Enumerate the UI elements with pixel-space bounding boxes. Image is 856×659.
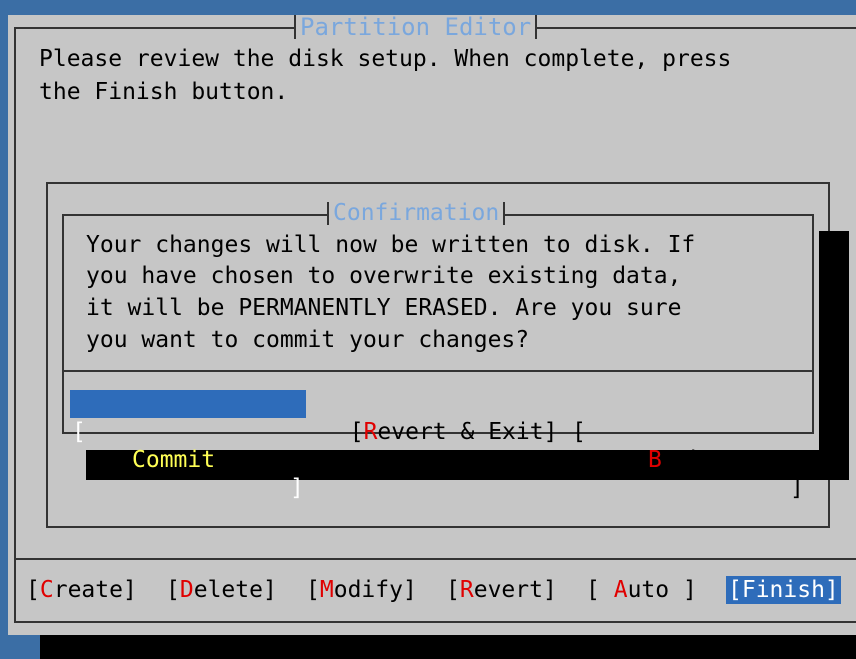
revert-exit-hotkey: R bbox=[363, 419, 378, 445]
commit-label: Commit bbox=[132, 447, 216, 473]
back-close-bracket: ] bbox=[790, 475, 804, 501]
dialog-shadow-right bbox=[819, 231, 849, 480]
back-label-group: Back bbox=[648, 446, 703, 474]
dialog-line-2: you have chosen to overwrite existing da… bbox=[86, 263, 682, 289]
finish-button[interactable]: [Finish] bbox=[726, 576, 841, 604]
create-label: reate bbox=[53, 577, 123, 603]
revert-exit-open-bracket: [ bbox=[349, 419, 364, 445]
dialog-line-3: it will be PERMANENTLY ERASED. Are you s… bbox=[86, 295, 682, 321]
revert-exit-label: evert & Exit bbox=[377, 419, 544, 445]
back-open-bracket: [ bbox=[572, 419, 586, 445]
delete-button[interactable]: [Delete] bbox=[166, 576, 277, 604]
window-title: Partition Editor bbox=[294, 15, 538, 39]
dialog-line-1: Your changes will now be written to disk… bbox=[86, 232, 696, 258]
back-label: ack bbox=[661, 447, 704, 473]
auto-button[interactable]: [ Auto ] bbox=[586, 576, 697, 604]
dialog-line-4: you want to commit your changes? bbox=[86, 327, 530, 353]
revert-exit-close-bracket: ] bbox=[543, 419, 558, 445]
window-shadow bbox=[40, 635, 856, 659]
dialog-divider bbox=[62, 370, 814, 372]
commit-button[interactable]: [ Commit ] bbox=[70, 390, 306, 501]
create-hotkey: C bbox=[39, 577, 54, 603]
delete-label: elete bbox=[193, 577, 263, 603]
auto-hotkey: A bbox=[613, 577, 628, 603]
commit-open-bracket: [ bbox=[72, 419, 86, 445]
dialog-title: Confirmation bbox=[327, 202, 506, 225]
commit-close-bracket: ] bbox=[290, 475, 304, 501]
modify-hotkey: M bbox=[319, 577, 334, 603]
auto-label: uto bbox=[627, 577, 670, 603]
revert-hotkey: R bbox=[459, 577, 474, 603]
message-line-1: Please review the disk setup. When compl… bbox=[39, 46, 732, 72]
message-line-2: the Finish button. bbox=[39, 79, 289, 105]
revert-button[interactable]: [Revert] bbox=[446, 576, 557, 604]
back-button[interactable]: [ Back ] bbox=[572, 390, 806, 501]
bottom-bar-divider bbox=[14, 558, 856, 560]
revert-exit-button[interactable]: [Revert & Exit] bbox=[322, 390, 558, 445]
modify-button[interactable]: [Modify] bbox=[306, 576, 417, 604]
revert-label: evert bbox=[473, 577, 543, 603]
create-button[interactable]: [Create] bbox=[26, 576, 137, 604]
delete-hotkey: D bbox=[179, 577, 194, 603]
modify-label: odify bbox=[333, 577, 403, 603]
back-hotkey: B bbox=[648, 447, 662, 473]
